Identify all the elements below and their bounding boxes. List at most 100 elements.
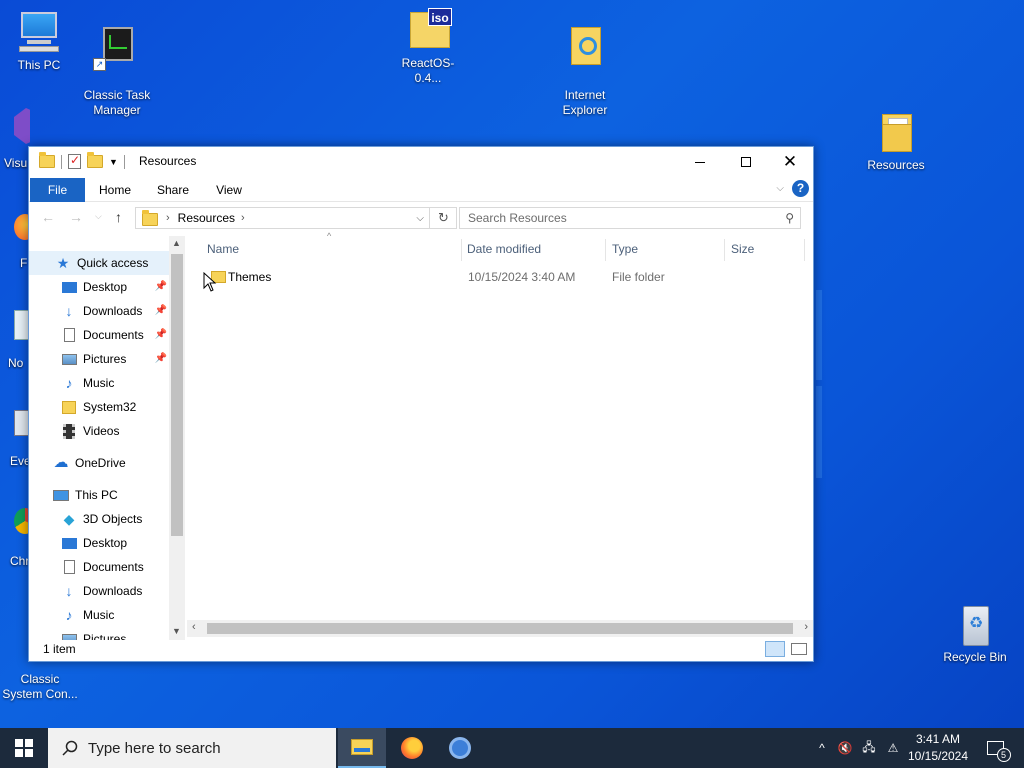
title-bar[interactable]: ▼ Resources ✕ [29, 147, 813, 177]
nav-pane-scrollbar[interactable]: ▲ ▼ [169, 236, 185, 640]
music-note-icon: ♪ [65, 607, 73, 623]
column-header-type[interactable]: Type [612, 238, 638, 260]
pin-icon[interactable]: 📌 [155, 323, 167, 347]
tab-share[interactable]: Share [153, 178, 193, 202]
volume-muted-icon[interactable]: 🔇 [834, 728, 856, 768]
desktop-icon-classic-task-manager[interactable]: ↗ Classic Task Manager [79, 10, 155, 133]
desktop-icon-label: No [8, 356, 24, 370]
scroll-left-arrow-icon[interactable]: ‹ [192, 621, 196, 633]
desktop-icon-internet-explorer[interactable]: Internet Explorer [547, 10, 623, 133]
nav-item-quick-access[interactable]: ★ Quick access [29, 251, 169, 275]
navigation-bar: ← → ⌵ ↑ › Resources › ⌵ ↻ Search Resourc… [29, 203, 813, 233]
breadcrumb-separator-icon[interactable]: › [166, 212, 170, 224]
recent-locations-chevron-icon[interactable]: ⌵ [95, 211, 102, 222]
desktop-icon-event-viewer[interactable]: Eve [0, 402, 30, 470]
nav-item-pc-desktop[interactable]: Desktop [29, 531, 169, 555]
taskbar-app-firefox[interactable] [388, 728, 436, 768]
refresh-button[interactable]: ↻ [429, 207, 457, 229]
search-input[interactable]: Search Resources ⚲ [459, 207, 801, 229]
nav-item-this-pc[interactable]: This PC [29, 483, 169, 507]
column-divider[interactable] [804, 239, 805, 261]
firefox-icon [401, 737, 423, 759]
notification-count-badge: 5 [996, 748, 1011, 762]
nav-item-pc-documents[interactable]: Documents [29, 555, 169, 579]
column-divider[interactable] [461, 239, 462, 261]
taskbar-search-box[interactable]: Type here to search [48, 728, 336, 768]
address-dropdown-chevron-icon[interactable]: ⌵ [416, 213, 424, 224]
desktop-icon-this-pc[interactable]: This PC [1, 10, 77, 73]
maximize-button[interactable] [723, 147, 769, 177]
nav-item-3d-objects[interactable]: ◆ 3D Objects [29, 507, 169, 531]
details-view-icon[interactable] [765, 641, 785, 657]
nav-item-pictures[interactable]: Pictures 📌 [29, 347, 169, 371]
nav-item-documents[interactable]: Documents 📌 [29, 323, 169, 347]
tab-home[interactable]: Home [95, 178, 135, 202]
taskbar-search-placeholder: Type here to search [88, 739, 221, 757]
taskbar-app-file-explorer[interactable] [338, 728, 386, 768]
action-center-warning-icon[interactable]: ⚠ [882, 728, 904, 768]
scrollbar-thumb[interactable] [171, 254, 183, 536]
expand-ribbon-chevron-icon[interactable]: ⌵ [776, 183, 784, 194]
customize-toolbar-chevron-icon[interactable]: ▼ [109, 157, 118, 167]
desktop-icon-resources[interactable]: Resources [858, 110, 934, 173]
tab-file[interactable]: File [30, 178, 85, 202]
pin-icon[interactable]: 📌 [155, 347, 167, 371]
nav-item-music[interactable]: ♪ Music [29, 371, 169, 395]
nav-item-system32[interactable]: System32 [29, 395, 169, 419]
show-hidden-icons-chevron-icon[interactable]: ^ [812, 728, 832, 768]
scrollbar-thumb[interactable] [207, 623, 793, 634]
tab-view[interactable]: View [211, 178, 247, 202]
music-note-icon: ♪ [65, 375, 73, 391]
nav-item-videos[interactable]: Videos [29, 419, 169, 443]
nav-item-pc-music[interactable]: ♪ Music [29, 603, 169, 627]
new-folder-icon[interactable] [87, 152, 103, 168]
minimize-button[interactable] [677, 147, 723, 177]
nav-item-desktop[interactable]: Desktop 📌 [29, 275, 169, 299]
ribbon: File Home Share View ⌵ ? [29, 177, 813, 202]
nav-item-onedrive[interactable]: ☁ OneDrive [29, 451, 169, 475]
search-icon[interactable]: ⚲ [785, 208, 794, 228]
desktop-light-beam [816, 386, 822, 478]
column-header-name[interactable]: Name [207, 238, 239, 260]
help-icon[interactable]: ? [792, 180, 809, 197]
desktop-icon-visual-studio[interactable]: Visu [0, 104, 30, 174]
breadcrumb-separator-icon[interactable]: › [241, 212, 245, 224]
file-row[interactable]: Themes 10/15/2024 3:40 AM File folder [203, 266, 807, 288]
desktop-icon-chrome[interactable]: Chr [0, 500, 30, 570]
column-header-size[interactable]: Size [731, 238, 754, 260]
scroll-down-arrow-icon[interactable]: ▼ [172, 626, 181, 636]
large-icons-view-icon[interactable] [791, 643, 807, 655]
up-arrow-icon[interactable]: ↑ [115, 209, 122, 225]
taskbar-clock[interactable]: 3:41 AM 10/15/2024 [902, 731, 974, 765]
file-list-horizontal-scrollbar[interactable]: ‹ › [187, 620, 813, 637]
desktop-icon-recycle-bin[interactable]: ♻ Recycle Bin [937, 602, 1013, 665]
close-button[interactable]: ✕ [767, 147, 813, 177]
desktop-icon-firefox[interactable]: F [0, 206, 30, 272]
nav-item-label: Downloads [83, 584, 143, 598]
desktop-icon-label: Classic System Con... [2, 672, 78, 701]
column-divider[interactable] [724, 239, 725, 261]
forward-arrow-icon[interactable]: → [69, 209, 83, 225]
column-header-date-modified[interactable]: Date modified [467, 238, 541, 260]
column-divider[interactable] [605, 239, 606, 261]
start-button[interactable] [0, 728, 48, 768]
nav-item-pc-downloads[interactable]: ↓ Downloads [29, 579, 169, 603]
iso-file-icon: iso [404, 8, 452, 54]
breadcrumb-item[interactable]: Resources [178, 211, 235, 225]
desktop-icon-notepad[interactable]: No [0, 304, 30, 370]
pin-icon[interactable]: 📌 [155, 299, 167, 323]
notifications-button[interactable]: 5 [978, 728, 1012, 768]
desktop-icon-reactos-iso[interactable]: iso ReactOS-0.4... [390, 8, 466, 86]
pictures-icon [61, 351, 77, 367]
desktop-icon [61, 279, 77, 295]
address-bar[interactable]: › Resources › ⌵ [135, 207, 457, 229]
network-icon[interactable]: 🖧 [858, 728, 880, 768]
back-arrow-icon[interactable]: ← [41, 209, 55, 225]
shortcut-arrow-icon: ↗ [93, 58, 106, 71]
scroll-up-arrow-icon[interactable]: ▲ [172, 238, 181, 248]
properties-icon[interactable] [68, 153, 81, 169]
taskbar-app-chromium[interactable] [436, 728, 484, 768]
scroll-right-arrow-icon[interactable]: › [804, 621, 808, 633]
pin-icon[interactable]: 📌 [155, 275, 167, 299]
nav-item-downloads[interactable]: ↓ Downloads 📌 [29, 299, 169, 323]
